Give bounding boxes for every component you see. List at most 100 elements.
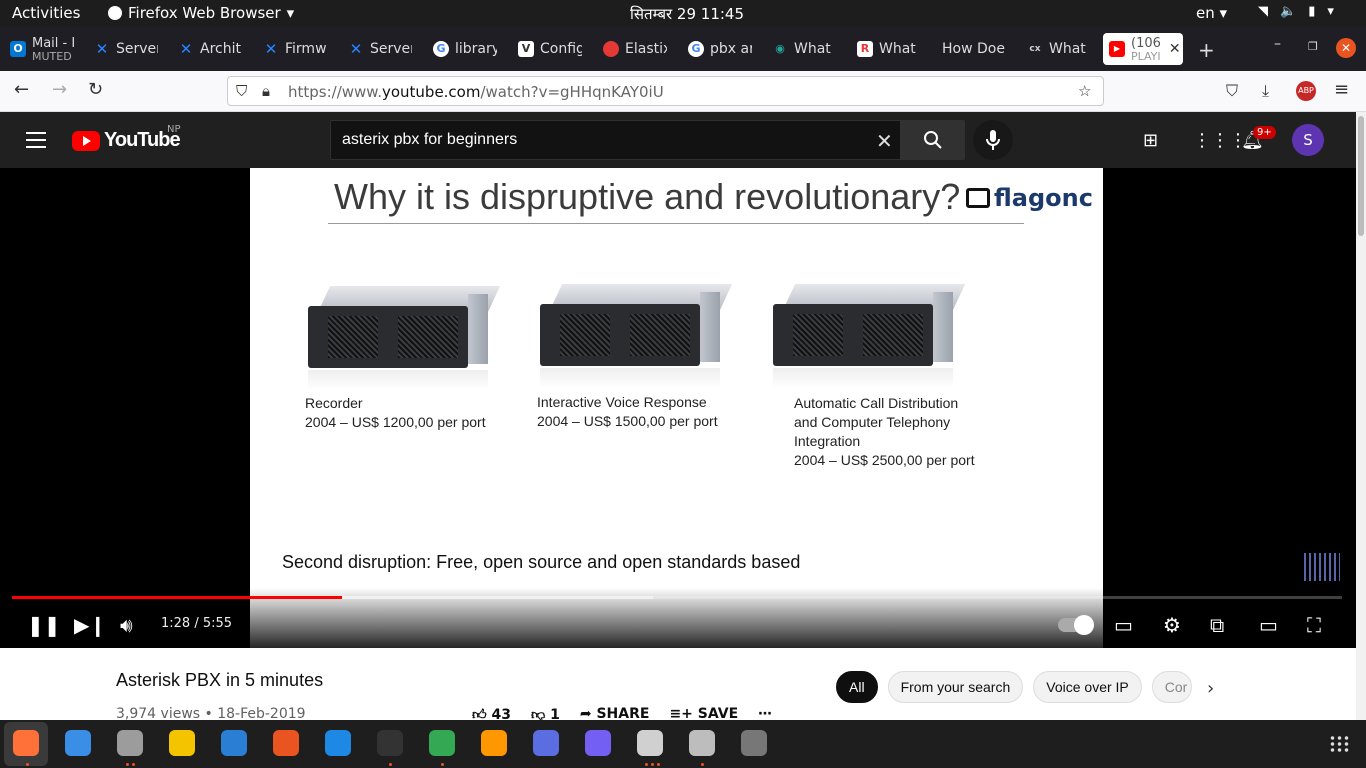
volume-button[interactable]: 🔊︎ [120,613,133,637]
running-indicator [651,763,654,766]
system-tray[interactable]: ◥ 🔈 ▮ ▾ [1258,4,1334,19]
tab-library[interactable]: Glibrary [433,33,497,65]
files-icon[interactable] [117,730,143,756]
miniplayer-icon[interactable]: ⧉ [1210,613,1224,637]
search-input[interactable] [331,121,871,159]
app-menu[interactable]: Firefox Web Browser ▾ [108,4,294,22]
chevron-right-icon[interactable]: › [1207,678,1214,699]
create-video-icon[interactable]: ⊞ [1143,130,1158,151]
tab-what-1[interactable]: ◉ What i [772,33,836,65]
minimize-button[interactable]: – [1274,36,1281,52]
avatar[interactable]: S [1292,124,1324,156]
video-player[interactable]: Why it is dispruptive and revolutionary?… [0,168,1356,648]
adblock-icon[interactable]: ABP [1296,81,1316,101]
new-tab-button[interactable]: + [1198,38,1215,62]
page-scrollbar[interactable] [1356,112,1366,720]
tab-architecture[interactable]: ✕ Archit [178,33,242,65]
downloads-icon[interactable]: ⤓ [1262,81,1269,101]
reload-button[interactable]: ↻ [88,79,103,100]
next-button[interactable]: ▶❙ [74,613,106,637]
autoplay-toggle[interactable] [1058,615,1094,635]
search-button[interactable] [901,120,965,160]
tab-what-3[interactable]: cx What i [1027,33,1091,65]
site-icon: ◉ [775,42,785,55]
sublime-icon[interactable] [481,730,507,756]
language-indicator[interactable]: en ▾ [1196,4,1227,22]
tab-label: What i [879,41,921,57]
tab-label: library [455,41,497,57]
chip-all[interactable]: All [836,671,878,703]
lock-icon[interactable]: 🔒︎ [262,82,270,100]
tab-how-does[interactable]: How Doe [942,33,1006,65]
caption-recorder: Recorder 2004 – US$ 1200,00 per port [305,395,486,430]
played-bar [12,596,342,599]
url-bar[interactable]: ⛉ 🔒︎ https://www.youtube.com/watch?v=gHH… [227,76,1104,106]
software-icon[interactable] [273,730,299,756]
chrome-icon[interactable] [429,730,455,756]
activities-button[interactable]: Activities [12,4,80,22]
flagonc-icon [966,188,990,208]
thunderbird-icon[interactable] [65,730,91,756]
tab-youtube-active[interactable]: ▶ (106 PLAYI ✕ [1103,33,1183,65]
site-icon: R [857,41,873,57]
impress-icon[interactable] [637,730,663,756]
rhythmbox-icon[interactable] [169,730,195,756]
firefox-icon[interactable] [13,730,39,756]
subtitles-icon[interactable]: ▭ [1114,613,1133,637]
running-indicator [132,763,135,766]
disk-icon[interactable] [741,730,767,756]
tab-sublabel: MUTED [32,50,72,63]
search-box[interactable]: ✕ [330,120,901,160]
show-applications-icon[interactable] [1329,735,1349,753]
pocket-icon[interactable]: ⛉ [1226,81,1238,101]
close-tab-icon[interactable]: ✕ [1169,41,1181,57]
tab-mail[interactable]: O Mail - I MUTED [10,33,74,65]
theater-mode-icon[interactable]: ▭ [1259,613,1278,637]
guide-menu-icon[interactable] [26,132,46,148]
back-button[interactable]: ← [14,79,29,100]
terminal-icon[interactable] [377,730,403,756]
confluence-icon: ✕ [95,40,109,58]
v-icon: V [518,41,534,57]
notification-badge: 9+ [1253,126,1276,139]
chip-voice-over-ip[interactable]: Voice over IP [1033,671,1142,703]
flagonc-logo: flagonc [966,184,1093,212]
chip-truncated[interactable]: Cor [1151,671,1192,703]
time-display: 1:28 / 5:55 [161,616,233,631]
scrollbar-thumb[interactable] [1358,116,1364,236]
forward-button[interactable]: → [52,79,67,100]
help-icon[interactable] [325,730,351,756]
fullscreen-icon[interactable]: ⛶ [1307,613,1321,637]
settings-gear-icon[interactable]: ⚙ [1163,613,1181,637]
clear-search-icon[interactable]: ✕ [876,129,893,153]
apps-grid-icon[interactable]: ⋮⋮⋮ [1193,130,1247,151]
viber-icon[interactable] [585,730,611,756]
clock[interactable]: सितम्बर 29 11:45 [630,4,744,24]
tab-pbx[interactable]: Gpbx ar [688,33,752,65]
viewer-icon[interactable] [689,730,715,756]
progress-bar[interactable] [12,596,1342,599]
tab-elastix[interactable]: Elastix [603,33,667,65]
tab-server-1[interactable]: ✕ Server [94,33,158,65]
running-indicator [26,763,29,766]
confluence-icon: ✕ [179,40,193,58]
writer-icon[interactable] [221,730,247,756]
hamburger-menu-icon[interactable]: ≡ [1334,79,1349,100]
close-window-button[interactable]: ✕ [1336,38,1356,58]
restore-button[interactable]: ❐ [1308,40,1318,53]
voice-search-button[interactable] [973,120,1013,160]
caption-ivr: Interactive Voice Response 2004 – US$ 150… [537,394,718,429]
screenshot-icon[interactable] [533,730,559,756]
tab-firmware[interactable]: ✕ Firmw [263,33,327,65]
tab-what-2[interactable]: R What i [857,33,921,65]
shield-icon[interactable]: ⛉ [236,82,247,100]
tab-config[interactable]: V Config [518,33,582,65]
youtube-logo[interactable]: YouTube [72,129,181,152]
tab-label: (106 [1131,36,1161,51]
related-filter-chips: All From your search Voice over IP Cor [836,671,1192,703]
chip-from-your-search[interactable]: From your search [887,671,1024,703]
pause-button[interactable]: ❚❚ [27,613,61,637]
bookmark-star-icon[interactable]: ☆ [1078,82,1091,100]
tab-server-2[interactable]: ✕ Server [348,33,412,65]
chevron-down-icon: ▾ [286,4,295,22]
